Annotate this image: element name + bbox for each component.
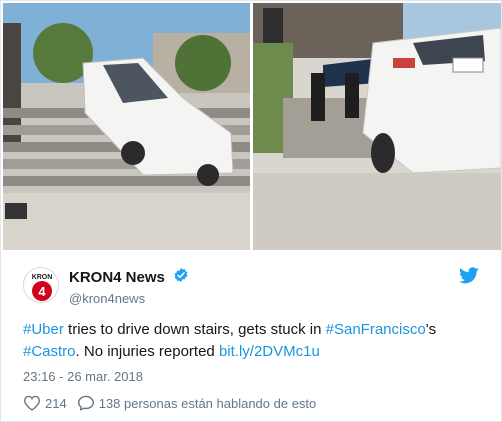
tweet-text-part: 's bbox=[425, 321, 437, 338]
twitter-bird-icon[interactable] bbox=[459, 267, 479, 289]
tweet-actions: 214 138 personas están hablando de esto bbox=[23, 395, 326, 411]
hashtag-castro-link[interactable]: #Castro bbox=[23, 343, 76, 360]
author-name[interactable]: KRON4 News bbox=[69, 269, 165, 286]
hashtag-uber-link[interactable]: #Uber bbox=[23, 321, 64, 338]
hashtag-sanfrancisco-link[interactable]: #SanFrancisco bbox=[326, 321, 426, 338]
replies-link[interactable]: 138 personas están hablando de esto bbox=[77, 395, 317, 411]
tweet-text: #Uber tries to drive down stairs, gets s… bbox=[23, 319, 483, 363]
speech-bubble-icon bbox=[77, 395, 94, 411]
avatar-logo-text: KRON bbox=[32, 274, 53, 281]
avatar-logo-number: 4 bbox=[38, 284, 46, 299]
heart-icon bbox=[23, 395, 41, 411]
avatar[interactable]: KRON 4 bbox=[23, 267, 59, 303]
replies-text: 138 personas están hablando de esto bbox=[98, 395, 317, 411]
like-button[interactable]: 214 bbox=[23, 395, 67, 411]
tweet-media[interactable] bbox=[3, 3, 501, 250]
embedded-tweet-card: KRON 4 KRON4 News @kron4news #Uber tries… bbox=[0, 0, 502, 422]
car-rear-image bbox=[253, 3, 501, 250]
author-handle[interactable]: @kron4news bbox=[69, 291, 189, 306]
author-block[interactable]: KRON4 News @kron4news bbox=[69, 267, 189, 306]
like-count: 214 bbox=[45, 395, 67, 411]
photo-car-on-stairs[interactable] bbox=[3, 3, 250, 250]
photo-car-rear[interactable] bbox=[253, 3, 501, 250]
tweet-header: KRON 4 KRON4 News @kron4news bbox=[23, 263, 483, 307]
short-url-link[interactable]: bit.ly/2DVMc1u bbox=[219, 343, 320, 360]
tweet-text-part: tries to drive down stairs, gets stuck i… bbox=[63, 321, 326, 338]
tweet-timestamp[interactable]: 23:16 - 26 mar. 2018 bbox=[23, 369, 143, 384]
car-on-stairs-image bbox=[3, 3, 250, 250]
verified-badge-icon bbox=[173, 267, 189, 288]
kron4-logo-icon: KRON 4 bbox=[24, 268, 58, 302]
tweet-text-part: . No injuries reported bbox=[75, 343, 219, 360]
